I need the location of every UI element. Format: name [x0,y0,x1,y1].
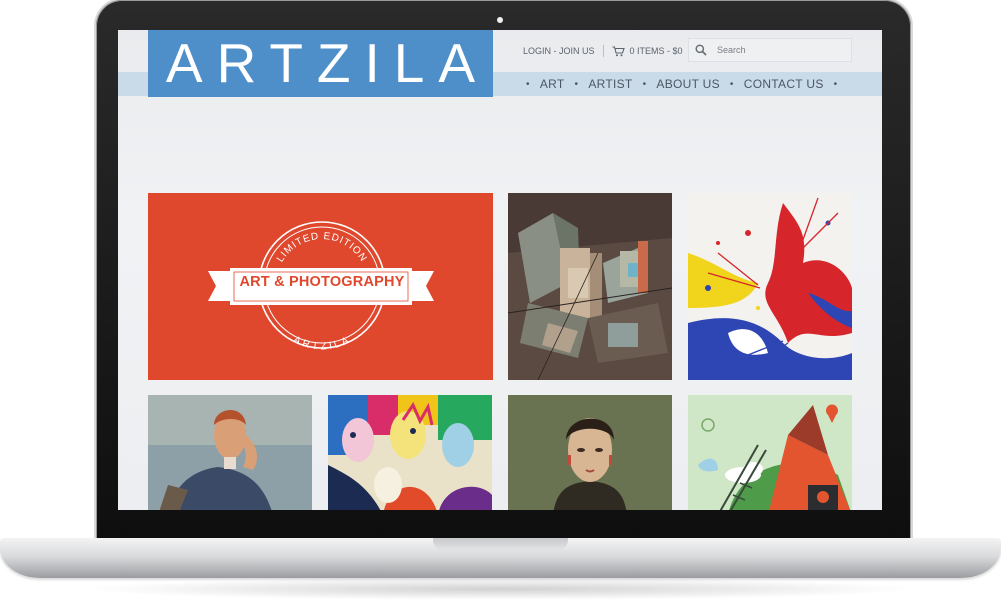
nav-item-artist[interactable]: ARTIST [588,77,632,91]
seated-man-painting [148,395,312,510]
artwork-tile-woman-portrait[interactable] [508,395,672,510]
logo-text: ARTZILA [165,32,490,94]
cubist-painting [508,193,672,380]
laptop-shadow [80,578,920,600]
main-nav: • ART • ARTIST • ABOUT US • CONTACT US • [516,72,847,96]
nav-item-about-us[interactable]: ABOUT US [656,77,720,91]
woman-portrait-painting [508,395,672,510]
artwork-tile-splatter[interactable] [688,193,852,380]
promo-tile[interactable]: LIMITED EDITION ARTZILA ART & PHOTOGRAPH… [148,193,493,380]
search-input[interactable] [715,44,839,56]
crowd-painting [328,395,492,510]
artwork-tile-seated-man[interactable] [148,395,312,510]
svg-text:ARTZILA: ARTZILA [292,334,353,352]
camera-icon [497,17,503,23]
nav-dot: • [833,78,838,90]
artwork-tile-crowd[interactable] [328,395,492,510]
artwork-tile-illustration[interactable] [688,395,852,510]
screen: ARTZILA LOGIN - JOIN US 0 ITEMS - $0 • A… [118,30,882,510]
promo-banner-title: ART & PHOTOGRAPHY [239,274,405,290]
nav-item-art[interactable]: ART [540,77,565,91]
laptop-notch [433,538,568,550]
search-icon[interactable] [695,44,707,56]
nav-dot: • [574,78,579,90]
stamp-arc-bottom: ARTZILA [292,334,351,352]
illustration-artwork [688,395,852,510]
nav-dot: • [729,78,734,90]
cart-icon[interactable] [612,45,625,57]
nav-item-contact-us[interactable]: CONTACT US [744,77,824,91]
svg-text:LIMITED EDITION: LIMITED EDITION [275,231,369,264]
cart-link[interactable]: 0 ITEMS - $0 [630,46,683,56]
login-join-link[interactable]: LOGIN - JOIN US [523,46,595,56]
stamp-arc-top: LIMITED EDITION [275,231,368,264]
nav-dot: • [526,78,530,90]
artwork-tile-cubist[interactable] [508,193,672,380]
splatter-painting [688,193,852,380]
divider [602,45,604,57]
nav-dot: • [642,78,647,90]
logo[interactable]: ARTZILA [148,30,493,97]
top-links: LOGIN - JOIN US 0 ITEMS - $0 [523,43,683,59]
search-box[interactable] [688,38,852,62]
